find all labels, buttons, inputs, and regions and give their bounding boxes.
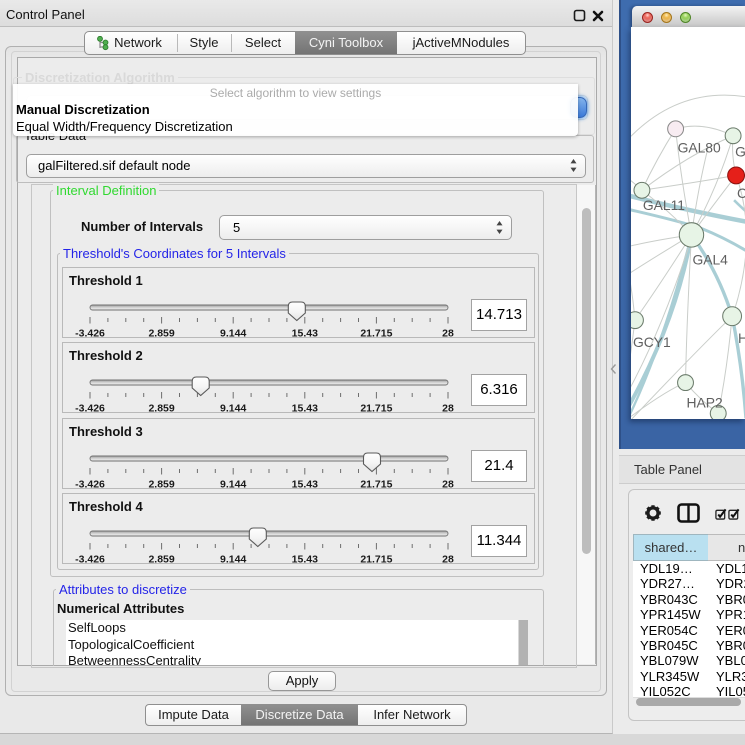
svg-text:-3.426: -3.426 [75,403,105,413]
svg-text:21.715: 21.715 [360,403,392,413]
svg-text:2.859: 2.859 [148,554,174,564]
svg-text:-3.426: -3.426 [75,479,105,489]
svg-text:G.: G. [735,144,745,160]
svg-text:2.859: 2.859 [148,328,174,338]
svg-text:2.859: 2.859 [148,403,174,413]
svg-text:2.859: 2.859 [148,479,174,489]
svg-text:21.715: 21.715 [360,479,392,489]
svg-text:28: 28 [442,554,454,564]
svg-text:28: 28 [442,328,454,338]
svg-text:15.43: 15.43 [292,554,318,564]
svg-text:GAL80: GAL80 [678,140,721,156]
svg-text:GAL11: GAL11 [643,197,685,213]
svg-text:-3.426: -3.426 [75,328,105,338]
svg-text:15.43: 15.43 [292,328,318,338]
svg-text:9.144: 9.144 [220,479,246,489]
svg-text:9.144: 9.144 [220,403,246,413]
svg-text:GAL4: GAL4 [692,252,728,268]
svg-text:21.715: 21.715 [360,328,392,338]
svg-text:9.144: 9.144 [220,554,246,564]
svg-text:28: 28 [442,403,454,413]
svg-text:-3.426: -3.426 [75,554,105,564]
svg-text:C: C [737,185,745,201]
svg-text:HAP2: HAP2 [687,394,723,410]
svg-text:21.715: 21.715 [360,554,392,564]
svg-text:28: 28 [442,479,454,489]
svg-text:GCY1: GCY1 [633,334,671,350]
svg-text:15.43: 15.43 [292,403,318,413]
svg-text:H: H [738,330,745,346]
svg-text:9.144: 9.144 [220,328,246,338]
svg-text:15.43: 15.43 [292,479,318,489]
